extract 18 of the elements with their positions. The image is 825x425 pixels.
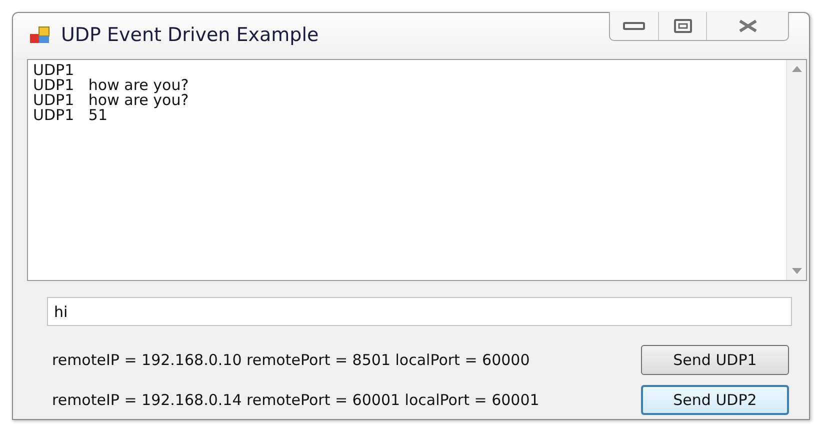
scroll-up-icon[interactable] (792, 66, 802, 72)
connection-label: remoteIP = 192.168.0.10 remotePort = 8501 localPort = 60000 (52, 350, 530, 371)
send-button[interactable]: Send UDP2 (641, 385, 789, 415)
window-title: UDP Event Driven Example (61, 22, 319, 48)
log-line: UDP1 how are you? (33, 78, 190, 93)
scroll-bar[interactable] (786, 60, 806, 280)
log-text-area[interactable]: UDP1 UDP1 how are you? UDP1 how are you? UDP1 51 (27, 59, 807, 281)
maximize-icon (674, 19, 692, 33)
log-line: UDP1 (33, 63, 76, 78)
connection-label: remoteIP = 192.168.0.14 remotePort = 60001 localPort = 60001 (52, 390, 540, 411)
close-icon (736, 19, 758, 33)
scroll-down-icon[interactable] (792, 268, 802, 274)
message-field[interactable]: hi (47, 297, 792, 326)
minimize-icon (623, 21, 645, 31)
log-line: UDP1 how are you? (33, 93, 190, 108)
app-icon (29, 25, 51, 45)
log-line: UDP1 51 (33, 108, 109, 123)
send-button[interactable]: Send UDP1 (641, 345, 789, 375)
